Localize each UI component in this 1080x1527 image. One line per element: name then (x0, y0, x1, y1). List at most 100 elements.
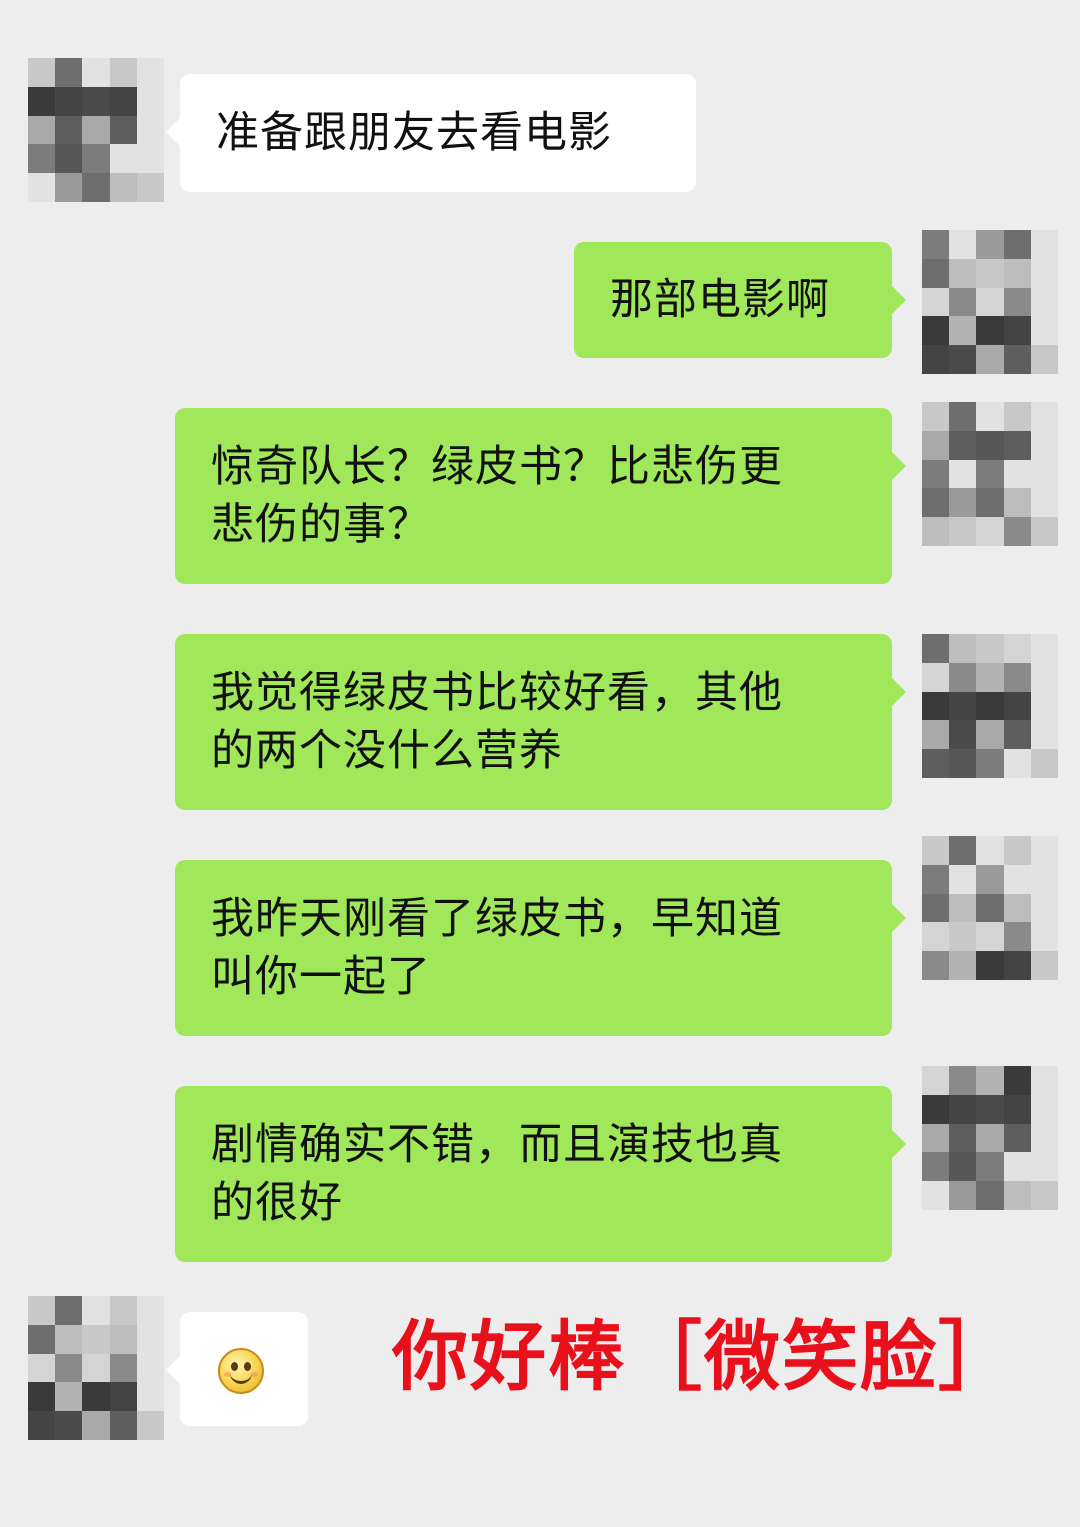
message-bubble[interactable]: 惊奇队长？绿皮书？比悲伤更 悲伤的事？ (175, 408, 906, 584)
avatar-pixel (976, 1066, 1004, 1095)
avatar-pixel (922, 230, 950, 259)
avatar-pixel (922, 316, 950, 346)
avatar-pixel (949, 459, 977, 489)
avatar-pixel (976, 488, 1004, 518)
avatar-pixel (949, 951, 977, 980)
avatar-pixel (922, 1123, 950, 1153)
avatar-pixel (82, 86, 110, 116)
avatar-pixel (949, 430, 977, 460)
avatar-pixel (1003, 402, 1031, 431)
avatar-pixel (82, 173, 110, 202)
avatar-pixel (1030, 430, 1058, 460)
message-bubble[interactable]: 我觉得绿皮书比较好看，其他 的两个没什么营养 (175, 634, 906, 810)
avatar-pixel (136, 1382, 164, 1412)
avatar-pixel (949, 749, 977, 778)
avatar-pixel (1030, 749, 1058, 778)
message-bubble[interactable]: 我昨天刚看了绿皮书，早知道 叫你一起了 (175, 860, 906, 1036)
avatar-pixel (949, 488, 977, 518)
avatar-pixel (55, 1353, 83, 1383)
avatar-pixel (922, 258, 950, 288)
message-text-line: 的两个没什么营养 (211, 726, 563, 776)
avatar-pixel (55, 1296, 83, 1325)
avatar-pixel (1030, 345, 1058, 374)
avatar-pixel (136, 115, 164, 145)
avatar-self[interactable] (922, 230, 1058, 374)
avatar-pixel (949, 287, 977, 317)
message-bubble[interactable]: 准备跟朋友去看电影 (166, 74, 696, 192)
avatar-pixel (976, 691, 1004, 721)
avatar-pixel (976, 662, 1004, 692)
avatar-pixel (1003, 1094, 1031, 1124)
avatar-pixel (1030, 893, 1058, 923)
avatar-pixel (1003, 258, 1031, 288)
avatar-pixel (976, 864, 1004, 894)
avatar-pixel (1003, 1152, 1031, 1182)
avatar-pixel (1030, 951, 1058, 980)
avatar-pixel (976, 836, 1004, 865)
avatar-pixel (949, 864, 977, 894)
avatar-pixel (949, 893, 977, 923)
avatar-contact[interactable] (28, 1296, 164, 1440)
avatar-pixel (1030, 316, 1058, 346)
avatar-pixel (922, 922, 950, 952)
avatar-pixel (922, 634, 950, 663)
avatar-self[interactable] (922, 1066, 1058, 1210)
avatar-pixel (1030, 662, 1058, 692)
message-text-line: 惊奇队长？绿皮书？比悲伤更 (211, 442, 783, 492)
avatar-pixel (976, 749, 1004, 778)
avatar-pixel (109, 144, 137, 174)
avatar-pixel (922, 287, 950, 317)
avatar-pixel (949, 1094, 977, 1124)
avatar-pixel (28, 1296, 56, 1325)
avatar-pixel (1030, 1123, 1058, 1153)
avatar-pixel (949, 720, 977, 750)
avatar-pixel (82, 1411, 110, 1440)
avatar-pixel (136, 1353, 164, 1383)
avatar-pixel (922, 488, 950, 518)
avatar-pixel (109, 1382, 137, 1412)
avatar-pixel (1003, 836, 1031, 865)
avatar-pixel (1003, 316, 1031, 346)
avatar-pixel (136, 86, 164, 116)
avatar-pixel (28, 58, 56, 87)
avatar-pixel (976, 316, 1004, 346)
avatar-pixel (82, 1353, 110, 1383)
avatar-pixel (28, 173, 56, 202)
avatar-pixel (55, 1324, 83, 1354)
avatar-pixel (1030, 1066, 1058, 1095)
avatar-pixel (1030, 1152, 1058, 1182)
avatar-pixel (136, 58, 164, 87)
avatar-self[interactable] (922, 634, 1058, 778)
avatar-pixel (949, 634, 977, 663)
avatar-pixel (1003, 345, 1031, 374)
avatar-self[interactable] (922, 402, 1058, 546)
avatar-pixel (949, 1181, 977, 1210)
avatar-pixel (976, 287, 1004, 317)
message-bubble[interactable]: 那部电影啊 (574, 242, 906, 358)
avatar-pixel (976, 922, 1004, 952)
avatar-pixel (922, 691, 950, 721)
avatar-pixel (109, 58, 137, 87)
avatar-pixel (1003, 287, 1031, 317)
avatar-pixel (922, 1094, 950, 1124)
avatar-pixel (82, 115, 110, 145)
avatar-pixel (1030, 488, 1058, 518)
avatar-pixel (949, 230, 977, 259)
avatar-pixel (922, 430, 950, 460)
avatar-pixel (1030, 517, 1058, 546)
avatar-pixel (1003, 951, 1031, 980)
avatar-pixel (922, 662, 950, 692)
avatar-pixel (949, 402, 977, 431)
avatar-contact[interactable] (28, 58, 164, 202)
avatar-pixel (976, 258, 1004, 288)
avatar-pixel (949, 1123, 977, 1153)
avatar-pixel (82, 1382, 110, 1412)
avatar-pixel (949, 345, 977, 374)
avatar-self[interactable] (922, 836, 1058, 980)
message-bubble[interactable]: 剧情确实不错，而且演技也真 的很好 (175, 1086, 906, 1262)
avatar-pixel (1003, 749, 1031, 778)
avatar-pixel (1030, 720, 1058, 750)
message-bubble[interactable] (166, 1312, 308, 1426)
avatar-pixel (28, 1324, 56, 1354)
avatar-pixel (55, 1382, 83, 1412)
